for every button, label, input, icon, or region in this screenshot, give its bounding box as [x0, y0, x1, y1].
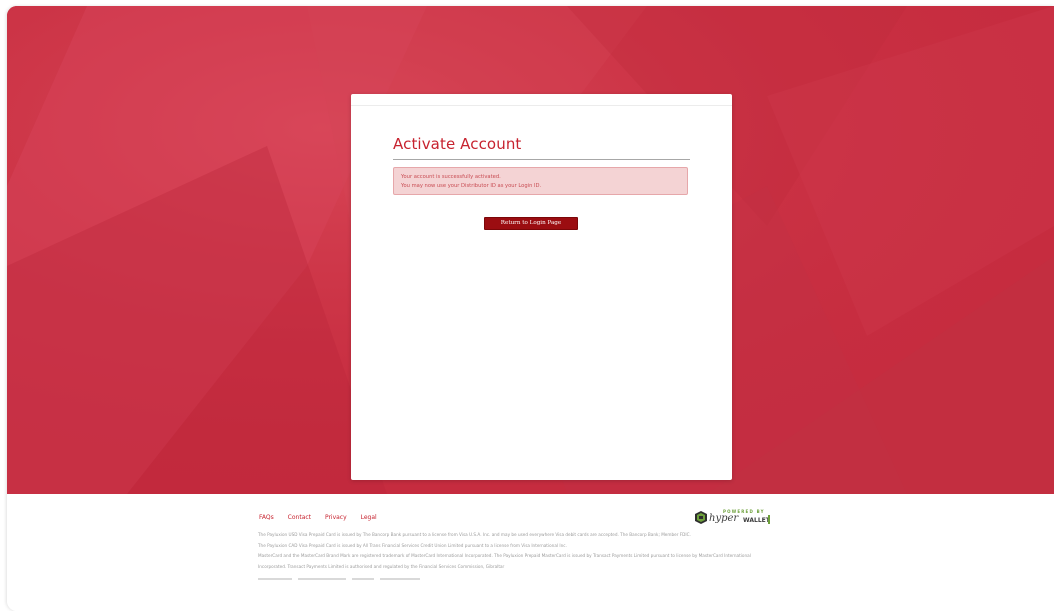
- footer-link-privacy[interactable]: Privacy: [325, 514, 347, 521]
- hyperwallet-logo: POWERED BY hyper WALLET: [695, 508, 777, 528]
- logo-accent-bar: [768, 515, 770, 524]
- footer-link-contact[interactable]: Contact: [288, 514, 311, 521]
- footer-link-faqs[interactable]: FAQs: [259, 514, 274, 521]
- footer-links: FAQs Contact Privacy Legal: [259, 514, 389, 521]
- legal-disclaimer: The Payluxion USD Visa Prepaid Card is i…: [258, 530, 878, 572]
- legal-line-usd: The Payluxion USD Visa Prepaid Card is i…: [258, 532, 691, 537]
- browser-frame: Activate Account Your account is success…: [7, 6, 1054, 611]
- legal-overflow-fade: [258, 578, 438, 581]
- alert-line-login-id: You may now use your Distributor ID as y…: [401, 182, 542, 189]
- alert-line-activated: Your account is successfully activated.: [401, 174, 501, 180]
- success-alert: Your account is successfully activated. …: [393, 167, 688, 195]
- card-top-divider: [351, 105, 732, 106]
- footer: FAQs Contact Privacy Legal POWERED BY hy…: [7, 494, 1054, 611]
- legal-line-cad: The Payluxion CAD Visa Prepaid Card is i…: [258, 542, 567, 548]
- return-to-login-button[interactable]: Return to Login Page: [484, 217, 578, 230]
- legal-line-transact: Incorporated. Transact Payments Limited …: [258, 563, 505, 569]
- logo-wallet-text: WALLET: [743, 517, 770, 524]
- legal-line-mastercard: MasterCard and the MasterCard Brand Mark…: [258, 553, 751, 558]
- page-title: Activate Account: [393, 135, 522, 153]
- hyperwallet-badge-icon: [695, 511, 707, 524]
- activate-account-card: Activate Account Your account is success…: [351, 94, 732, 480]
- hero-background: Activate Account Your account is success…: [7, 6, 1054, 494]
- title-divider: [393, 159, 690, 160]
- logo-hyper-text: hyper: [709, 513, 739, 524]
- footer-link-legal[interactable]: Legal: [361, 514, 377, 521]
